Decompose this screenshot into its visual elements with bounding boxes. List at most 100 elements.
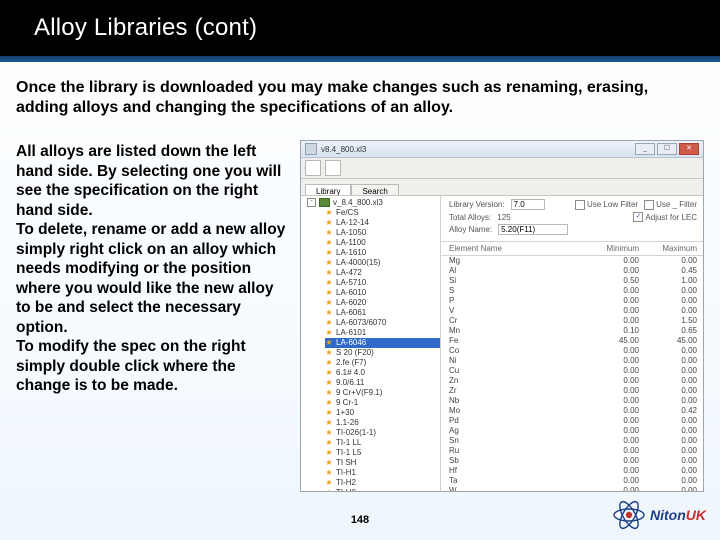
grid-row[interactable]: Nb0.000.00 [441, 396, 703, 406]
cell-max: 0.00 [639, 416, 697, 426]
adjust-lec-label: Adjust for LEC [645, 213, 697, 222]
tree-item[interactable]: ★LA-6010 [325, 288, 440, 298]
grid-row[interactable]: Ta0.000.00 [441, 476, 703, 486]
tree-item-label: 1+30 [336, 408, 354, 418]
cell-min: 0.00 [581, 256, 639, 266]
tree-item[interactable]: ★LA-6020 [325, 298, 440, 308]
grid-row[interactable]: Zn0.000.00 [441, 376, 703, 386]
tree-item[interactable]: ★TI-1 L5 [325, 448, 440, 458]
grid-row[interactable]: Mg0.000.00 [441, 256, 703, 266]
cell-min: 0.00 [581, 406, 639, 416]
grid-row[interactable]: W0.000.00 [441, 486, 703, 491]
alloy-name-field[interactable] [498, 224, 568, 235]
tree-item[interactable]: ★9.0/6.11 [325, 378, 440, 388]
grid-row[interactable]: Sn0.000.00 [441, 436, 703, 446]
tree-item[interactable]: ★9 Cr+V(F9.1) [325, 388, 440, 398]
alloy-tree[interactable]: - v_8.4_800.xl3 ★Fe/CS★LA-12-14★LA-1050★… [301, 196, 441, 491]
tree-item[interactable]: ★LA-6046 [325, 338, 440, 348]
tree-item-label: LA-6061 [336, 308, 366, 318]
grid-row[interactable]: Mo0.000.42 [441, 406, 703, 416]
tree-item-label: LA-6073/6070 [336, 318, 386, 328]
tree-item[interactable]: ★LA-1100 [325, 238, 440, 248]
tree-item[interactable]: ★1+30 [325, 408, 440, 418]
use-low-filter-checkbox[interactable]: Use Low Filter [575, 200, 638, 210]
tree-item[interactable]: ★LA-1610 [325, 248, 440, 258]
grid-row[interactable]: Zr0.000.00 [441, 386, 703, 396]
tree-item[interactable]: ★6.1# 4.0 [325, 368, 440, 378]
star-icon: ★ [325, 228, 333, 238]
grid-row[interactable]: Ag0.000.00 [441, 426, 703, 436]
grid-row[interactable]: Ni0.000.00 [441, 356, 703, 366]
tree-item[interactable]: ★TI-1 LL [325, 438, 440, 448]
tree-item[interactable]: ★LA-472 [325, 268, 440, 278]
logo-text-uk: UK [686, 507, 706, 523]
tree-item-label: LA-6010 [336, 288, 366, 298]
maximize-button[interactable]: ☐ [657, 143, 677, 155]
tree-item[interactable]: ★2.fe (F7) [325, 358, 440, 368]
grid-row[interactable]: Mn0.100.65 [441, 326, 703, 336]
star-icon: ★ [325, 428, 333, 438]
tree-item[interactable]: ★TI-H0 [325, 488, 440, 491]
tree-item[interactable]: ★TI SH [325, 458, 440, 468]
tree-item[interactable]: ★LA-12-14 [325, 218, 440, 228]
tree-item-label: LA-1050 [336, 228, 366, 238]
tree-item[interactable]: ★Fe/CS [325, 208, 440, 218]
cell-element: Pd [449, 416, 581, 426]
toolbar-button-2[interactable] [325, 160, 341, 176]
grid-row[interactable]: Cr0.001.50 [441, 316, 703, 326]
grid-row[interactable]: Al0.000.45 [441, 266, 703, 276]
library-version-field[interactable] [511, 199, 545, 210]
tree-item[interactable]: ★LA-6101 [325, 328, 440, 338]
grid-row[interactable]: Hf0.000.00 [441, 466, 703, 476]
tree-item[interactable]: ★LA-1050 [325, 228, 440, 238]
tree-item[interactable]: ★LA-6073/6070 [325, 318, 440, 328]
tree-item[interactable]: ★LA-4000(15) [325, 258, 440, 268]
grid-row[interactable]: V0.000.00 [441, 306, 703, 316]
tree-root[interactable]: - v_8.4_800.xl3 [307, 198, 440, 207]
tree-item[interactable]: ★LA-5710 [325, 278, 440, 288]
tree-item[interactable]: ★TI-H2 [325, 478, 440, 488]
tree-item[interactable]: ★9 Cr-1 [325, 398, 440, 408]
cell-element: Ru [449, 446, 581, 456]
cell-element: S [449, 286, 581, 296]
grid-row[interactable]: Cu0.000.00 [441, 366, 703, 376]
cell-min: 0.00 [581, 346, 639, 356]
grid-row[interactable]: P0.000.00 [441, 296, 703, 306]
checkbox-icon [644, 200, 654, 210]
total-alloys-label: Total Alloys: [449, 213, 491, 222]
cell-min: 0.00 [581, 416, 639, 426]
cell-element: P [449, 296, 581, 306]
tree-item-label: LA-6101 [336, 328, 366, 338]
cell-max: 0.45 [639, 266, 697, 276]
collapse-icon[interactable]: - [307, 198, 316, 207]
cell-min: 0.00 [581, 306, 639, 316]
grid-row[interactable]: Pd0.000.00 [441, 416, 703, 426]
adjust-lec-checkbox[interactable]: ✓ Adjust for LEC [633, 212, 697, 222]
grid-row[interactable]: Si0.501.00 [441, 276, 703, 286]
spec-grid[interactable]: Element Name Minimum Maximum Mg0.000.00A… [441, 242, 703, 491]
library-icon [319, 198, 330, 207]
minimize-button[interactable]: _ [635, 143, 655, 155]
grid-row[interactable]: S0.000.00 [441, 286, 703, 296]
spec-header: Library Version: Use Low Filter Use _ Fi… [441, 196, 703, 242]
tree-item[interactable]: ★LA-6061 [325, 308, 440, 318]
star-icon: ★ [325, 258, 333, 268]
tree-item[interactable]: ★S 20 (F20) [325, 348, 440, 358]
grid-row[interactable]: Co0.000.00 [441, 346, 703, 356]
cell-element: Si [449, 276, 581, 286]
nitonuk-logo: NitonUK [612, 500, 706, 530]
grid-row[interactable]: Ru0.000.00 [441, 446, 703, 456]
toolbar-button-1[interactable] [305, 160, 321, 176]
cell-min: 0.00 [581, 316, 639, 326]
grid-row[interactable]: Sb0.000.00 [441, 456, 703, 466]
tree-item[interactable]: ★TI-H1 [325, 468, 440, 478]
use-filter-checkbox[interactable]: Use _ Filter [644, 200, 697, 210]
close-button[interactable]: ✕ [679, 143, 699, 155]
cell-max: 0.00 [639, 286, 697, 296]
cell-element: Hf [449, 466, 581, 476]
grid-row[interactable]: Fe45.0045.00 [441, 336, 703, 346]
tree-item[interactable]: ★TI-026(1-1) [325, 428, 440, 438]
cell-min: 0.00 [581, 266, 639, 276]
star-icon: ★ [325, 318, 333, 328]
tree-item[interactable]: ★1.1-26 [325, 418, 440, 428]
